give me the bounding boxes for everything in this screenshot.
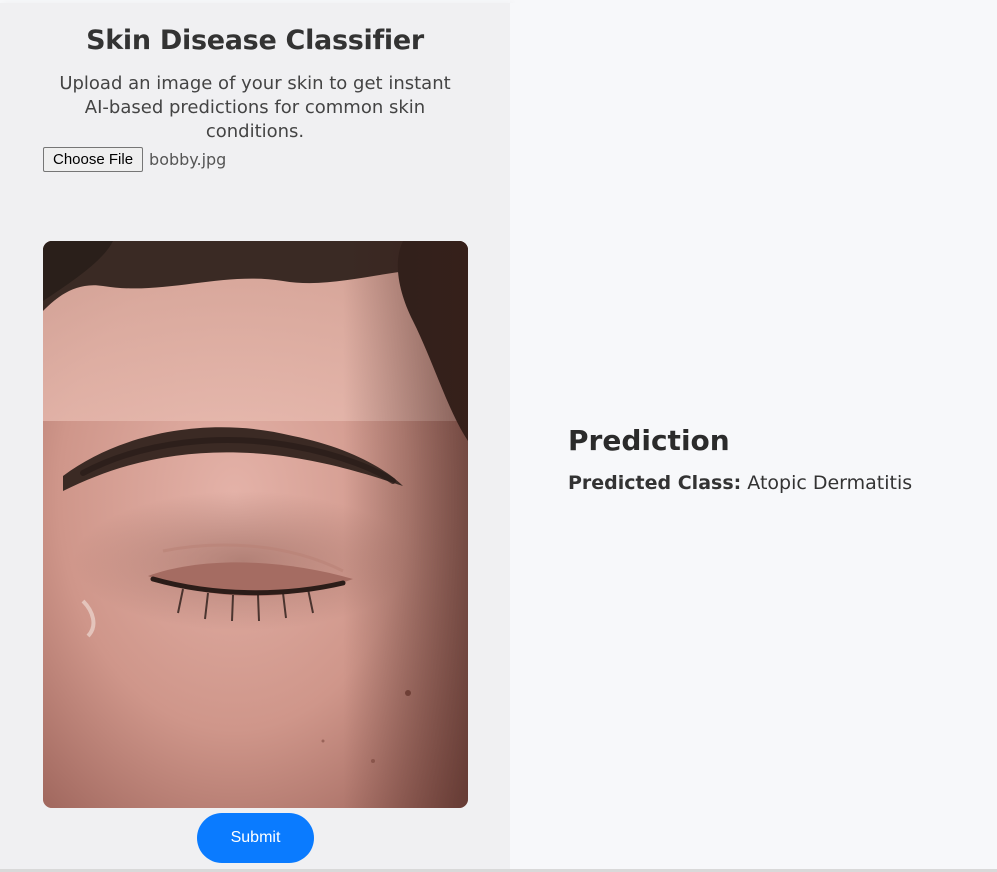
skin-photo-closed-eye-icon [43,241,468,808]
submit-button[interactable]: Submit [197,813,314,863]
file-input[interactable]: Choose File bobby.jpg [43,146,226,172]
upload-panel: Skin Disease Classifier Upload an image … [0,3,510,869]
predicted-class-label: Predicted Class: [568,472,742,494]
choose-file-button[interactable]: Choose File [43,146,144,172]
uploaded-image-preview [43,241,468,808]
prediction-heading: Prediction [568,424,730,457]
predicted-class-value: Atopic Dermatitis [747,472,913,494]
prediction-result: Predicted Class: Atopic Dermatitis [568,472,912,494]
page-title: Skin Disease Classifier [86,25,424,56]
page-subtitle: Upload an image of your skin to get inst… [59,73,451,142]
selected-file-name: bobby.jpg [149,149,227,169]
